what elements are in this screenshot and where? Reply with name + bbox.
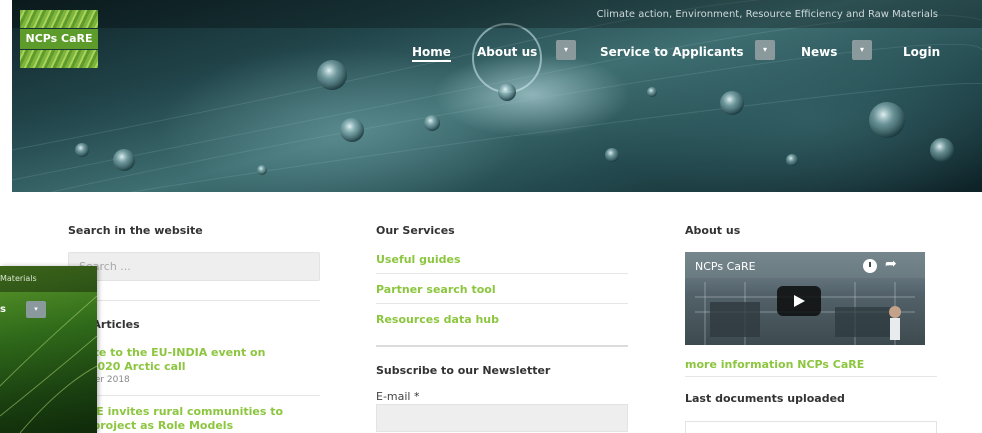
nav-about-us[interactable]: About us: [477, 45, 537, 59]
required-mark: *: [414, 390, 420, 403]
email-field[interactable]: [376, 404, 628, 432]
news-dropdown-toggle[interactable]: ▾: [852, 40, 872, 60]
divider: [376, 273, 628, 274]
share-icon[interactable]: ➦: [885, 256, 897, 272]
divider: [376, 345, 628, 347]
video-player[interactable]: NCPs CaRE ➦: [685, 252, 925, 345]
services-title: Our Services: [376, 224, 455, 237]
email-label: E-mail *: [376, 390, 420, 403]
overlay-nav-fragment: s: [0, 304, 6, 315]
overlay-tagline-fragment: Materials: [0, 274, 37, 283]
nav-service-to-applicants[interactable]: Service to Applicants: [600, 45, 744, 59]
more-information-link[interactable]: more information NCPs CaRE: [685, 358, 864, 371]
site-tagline: Climate action, Environment, Resource Ef…: [596, 9, 938, 20]
service-link-resources-hub[interactable]: Resources data hub: [376, 313, 499, 326]
service-link-partner-search[interactable]: Partner search tool: [376, 283, 496, 296]
service-link-useful-guides[interactable]: Useful guides: [376, 253, 461, 266]
service-dropdown-toggle[interactable]: ▾: [755, 40, 775, 60]
newsletter-title: Subscribe to our Newsletter: [376, 364, 551, 377]
top-bar: Climate action, Environment, Resource Ef…: [12, 0, 982, 28]
about-title: About us: [685, 224, 741, 237]
nav-login[interactable]: Login: [903, 45, 940, 59]
play-button[interactable]: [777, 286, 821, 316]
search-section-title: Search in the website: [68, 224, 203, 237]
water-drops-image: [12, 0, 982, 192]
clock-icon[interactable]: [863, 259, 877, 273]
article-title-line[interactable]: cipate to the EU-INDIA event on: [68, 346, 265, 360]
nav-news[interactable]: News: [801, 45, 837, 59]
last-documents-title: Last documents uploaded: [685, 392, 845, 405]
header-banner: [12, 0, 982, 192]
documents-list-box: [685, 421, 937, 433]
divider: [376, 303, 628, 304]
article-title-line[interactable]: ITAGE invites rural communities to: [68, 405, 283, 419]
overlay-thumbnail: Materials s ▾: [0, 266, 97, 433]
overlay-dropdown-toggle: ▾: [26, 301, 46, 318]
nav-home[interactable]: Home: [412, 45, 451, 62]
video-title: NCPs CaRE: [695, 260, 756, 273]
about-dropdown-toggle[interactable]: ▾: [556, 40, 576, 60]
main-navigation: Home About us ▾ Service to Applicants ▾ …: [0, 40, 982, 64]
logo-band-top: [20, 10, 98, 28]
email-label-text: E-mail: [376, 390, 411, 403]
search-input[interactable]: Search ...: [68, 252, 320, 281]
divider: [685, 376, 937, 377]
divider: [68, 395, 320, 396]
divider: [68, 300, 320, 301]
